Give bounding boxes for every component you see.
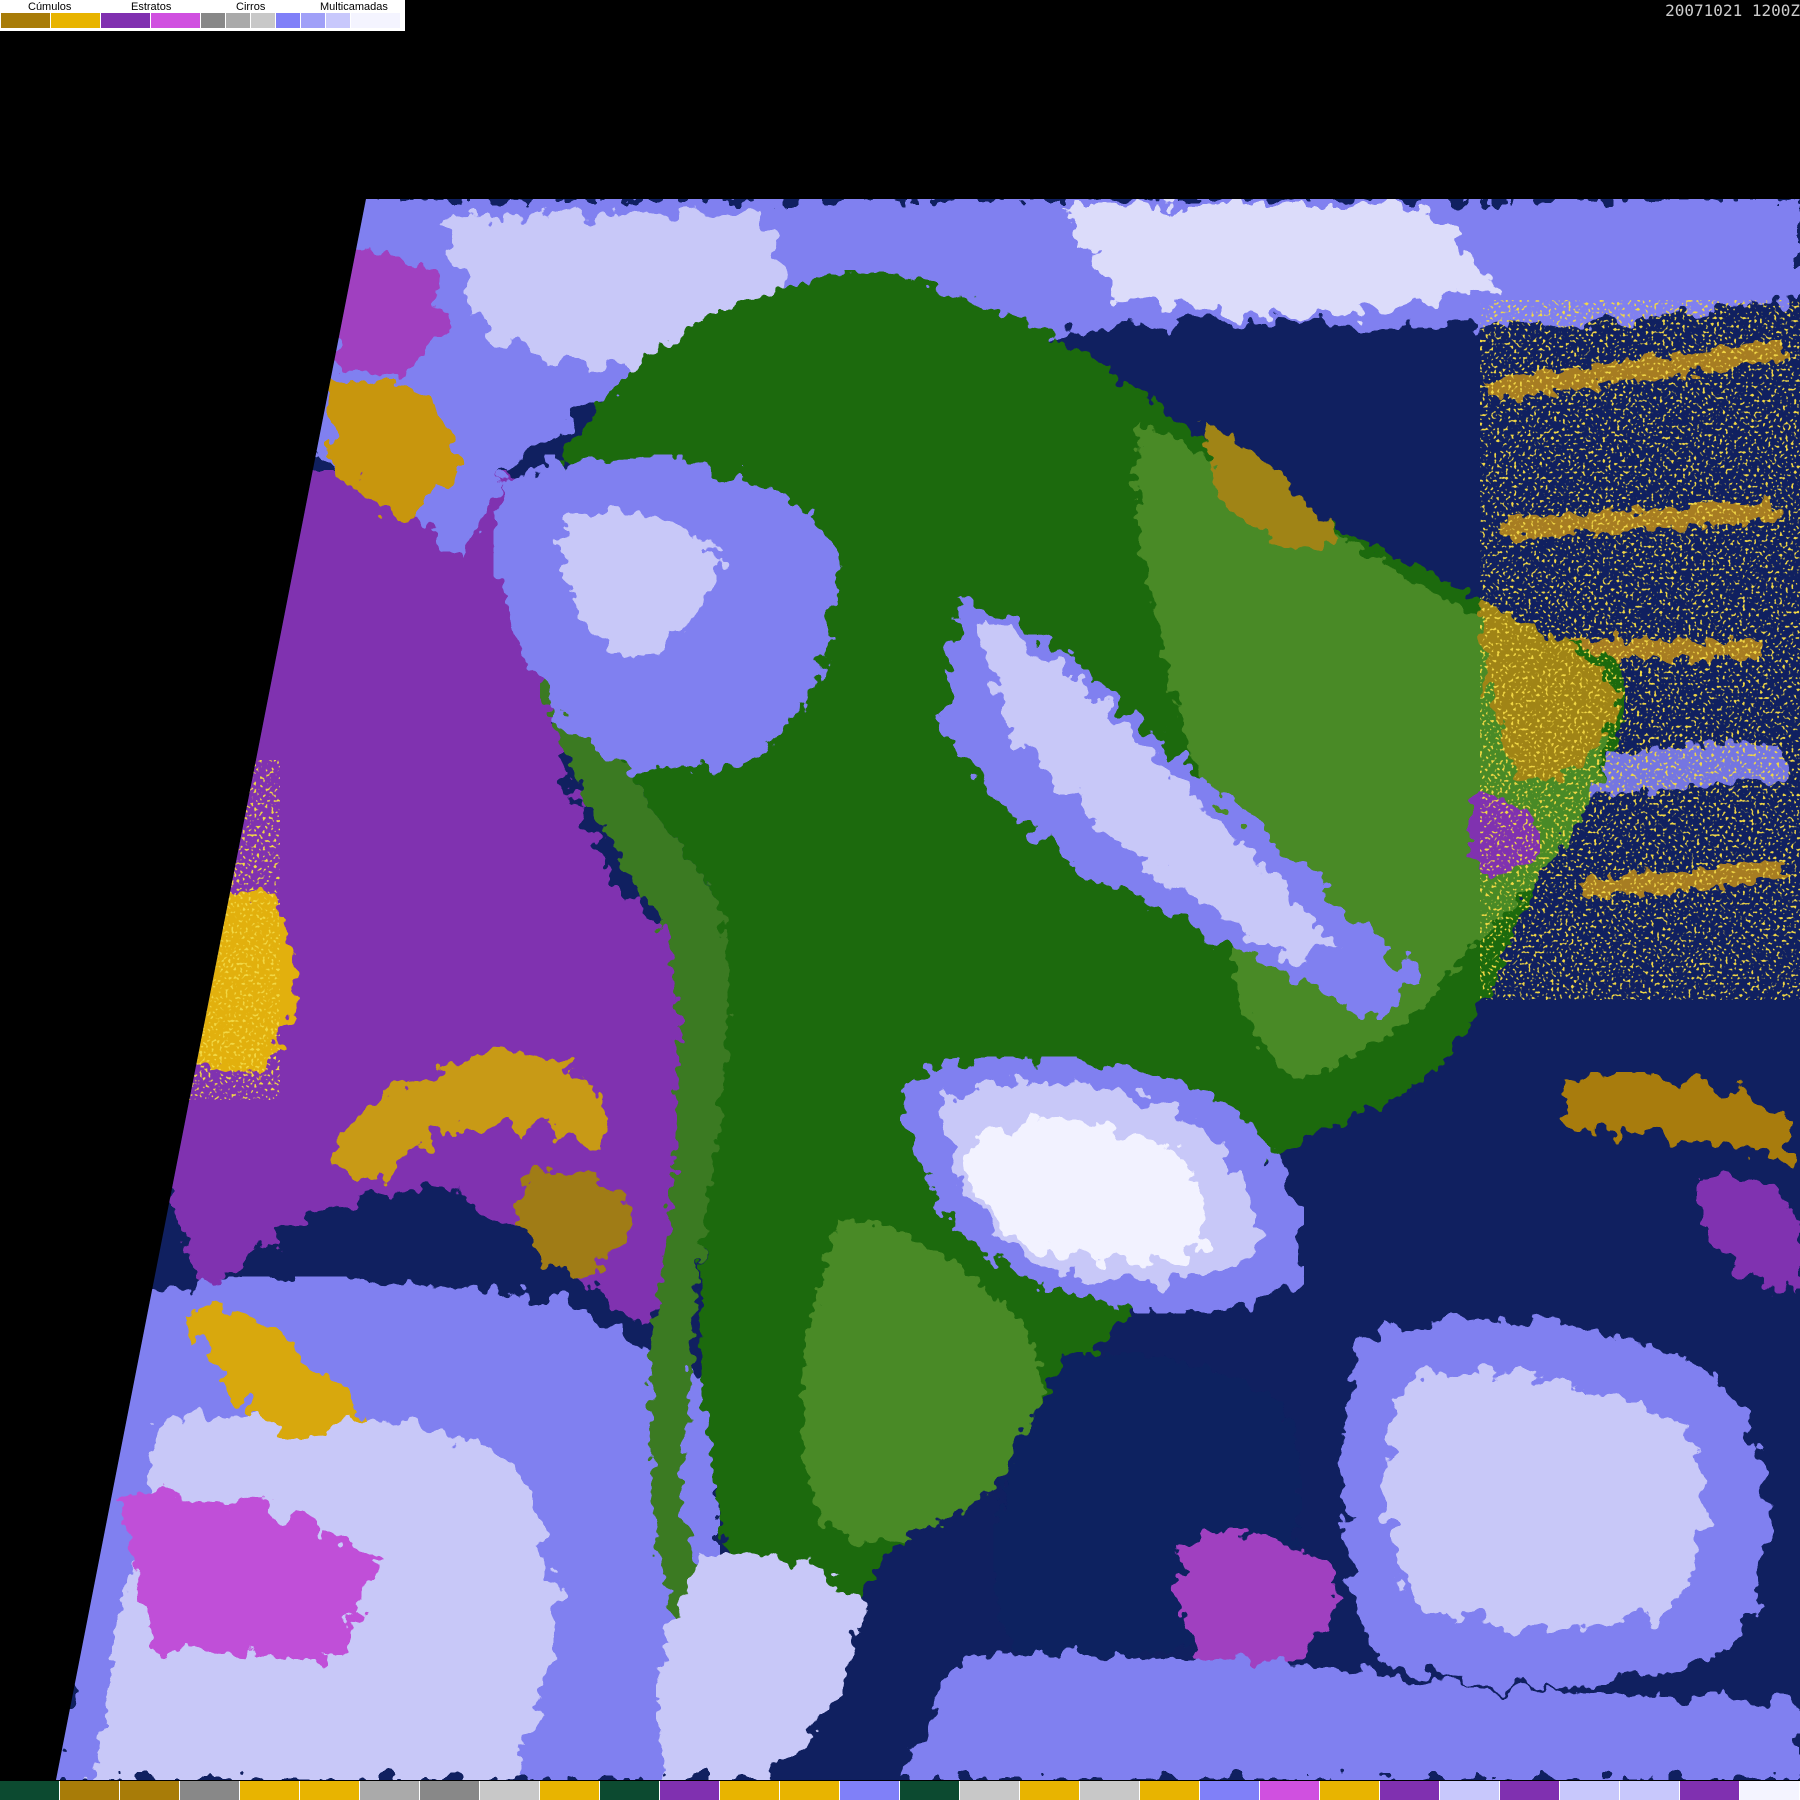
strip-cell (1740, 1781, 1800, 1800)
legend-swatch (251, 13, 276, 28)
legend-swatch (276, 13, 301, 28)
legend-swatch (326, 13, 351, 28)
image-timestamp: 20071021 1200Z (1665, 1, 1800, 20)
strip-cell (600, 1781, 660, 1800)
cloud-type-legend: Cúmulos Estratos Cirros Multicamadas (0, 0, 406, 31)
strip-cell (900, 1781, 960, 1800)
atlantic-speckle (1480, 300, 1800, 1000)
strip-cell (60, 1781, 120, 1800)
strip-cell (720, 1781, 780, 1800)
legend-swatch (101, 13, 151, 28)
strip-cell (660, 1781, 720, 1800)
strip-cell (780, 1781, 840, 1800)
strip-cell (300, 1781, 360, 1800)
strip-cell (1200, 1781, 1260, 1800)
legend-swatch (151, 13, 201, 28)
strip-cell (120, 1781, 180, 1800)
strip-cell (480, 1781, 540, 1800)
strip-cell (1500, 1781, 1560, 1800)
strip-cell (0, 1781, 60, 1800)
legend-swatches (1, 13, 401, 28)
strip-cell (840, 1781, 900, 1800)
strip-cell (960, 1781, 1020, 1800)
legend-swatch (1, 13, 51, 28)
strip-cell (1620, 1781, 1680, 1800)
legend-swatch (351, 13, 401, 28)
strip-cell (1320, 1781, 1380, 1800)
strip-cell (1380, 1781, 1440, 1800)
strip-cell (1440, 1781, 1500, 1800)
legend-swatch (51, 13, 101, 28)
strip-cell (180, 1781, 240, 1800)
legend-swatch (226, 13, 251, 28)
strip-cell (1680, 1781, 1740, 1800)
legend-label-multilayer: Multicamadas (320, 1, 388, 13)
strip-cell (360, 1781, 420, 1800)
strip-cell (240, 1781, 300, 1800)
strip-cell (1260, 1781, 1320, 1800)
legend-label-cirrus: Cirros (236, 1, 266, 13)
legend-label-stratus: Estratos (131, 1, 172, 13)
legend-swatch (201, 13, 226, 28)
south-atlantic-light (1386, 1372, 1706, 1629)
legend-label-cumulus: Cúmulos (28, 1, 72, 13)
strip-cell (1140, 1781, 1200, 1800)
satellite-map (56, 199, 1800, 1780)
strip-cell (1560, 1781, 1620, 1800)
strip-cell (1080, 1781, 1140, 1800)
pacific-speckle (150, 760, 280, 1100)
legend-swatch (301, 13, 326, 28)
bottom-color-strip (0, 1781, 1800, 1800)
strip-cell (540, 1781, 600, 1800)
strip-cell (1020, 1781, 1080, 1800)
strip-cell (420, 1781, 480, 1800)
